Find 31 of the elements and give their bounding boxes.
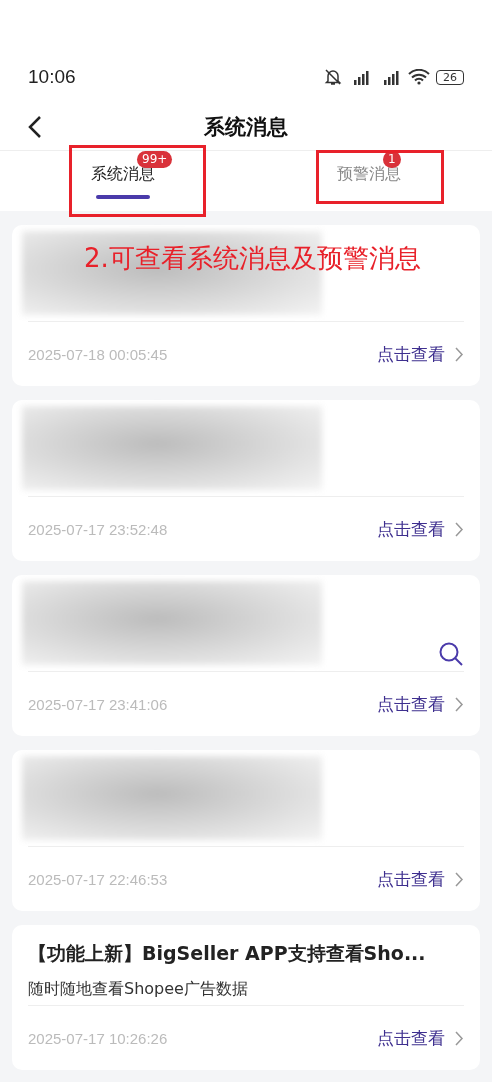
message-card[interactable]: 2025-07-17 23:52:48 点击查看: [12, 400, 480, 561]
chevron-icon: [455, 696, 464, 712]
message-card[interactable]: 【功能上新】BigSeller APP支持查看Sho... 随时随地查看Shopee广告数据 2025-07-17 10:26:26 点击查看: [12, 925, 480, 1070]
wifi-icon: [408, 69, 430, 85]
chevron-icon: [455, 1030, 464, 1046]
battery-level: 26: [436, 69, 464, 85]
view-link[interactable]: 点击查看: [377, 1026, 464, 1050]
annotation-text: 2.可查看系统消息及预警消息: [84, 242, 421, 275]
message-card[interactable]: 2025-07-17 23:41:06 点击查看: [12, 575, 480, 736]
message-card[interactable]: 2025-07-17 22:46:53 点击查看: [12, 750, 480, 911]
message-title: 【功能上新】BigSeller APP支持查看Sho...: [28, 941, 427, 966]
search-icon[interactable]: [438, 641, 464, 667]
message-time: 2025-07-17 22:46:53: [28, 870, 168, 888]
back-icon[interactable]: [28, 115, 42, 139]
message-summary: 随时随地查看Shopee广告数据: [28, 979, 249, 1000]
page-title: 系统消息: [204, 114, 288, 141]
chevron-icon: [455, 871, 464, 887]
chevron-icon: [455, 346, 464, 362]
bell-muted-icon: [324, 68, 342, 86]
message-time: 2025-07-17 23:52:48: [28, 520, 168, 538]
view-link[interactable]: 点击查看: [377, 692, 464, 716]
count-badge: 99+: [137, 150, 173, 168]
view-link[interactable]: 点击查看: [377, 342, 464, 366]
view-link[interactable]: 点击查看: [377, 517, 464, 541]
chevron-icon: [455, 521, 464, 537]
message-card[interactable]: 2.可查看系统消息及预警消息 2025-07-18 00:05:45 点击查看: [12, 225, 480, 386]
view-link[interactable]: 点击查看: [377, 867, 464, 891]
status-time: 10:06: [28, 66, 76, 88]
message-time: 2025-07-18 00:05:45: [28, 345, 168, 363]
message-time: 2025-07-17 23:41:06: [28, 695, 168, 713]
message-time: 2025-07-17 10:26:26: [28, 1029, 168, 1047]
